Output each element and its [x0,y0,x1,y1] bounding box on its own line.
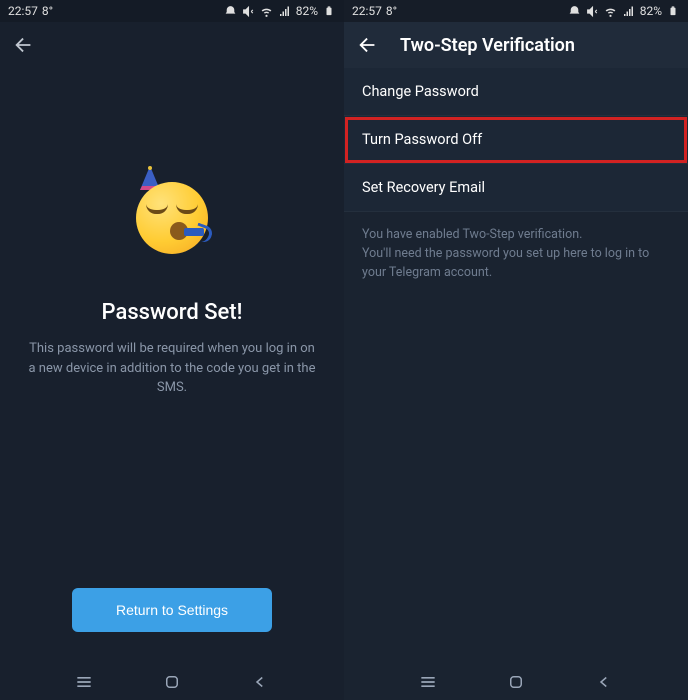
battery-percent: 82% [640,4,662,18]
status-temp: 8° [386,4,397,18]
nav-bar [0,664,344,700]
home-button[interactable] [161,671,183,693]
recents-button[interactable] [417,671,439,693]
signal-icon [622,4,636,18]
page-title: Password Set! [102,300,243,325]
status-bar: 22:57 8° 82% [344,0,688,22]
return-to-settings-button[interactable]: Return to Settings [72,588,272,632]
turn-password-off-item[interactable]: Turn Password Off [344,116,688,164]
change-password-item[interactable]: Change Password [344,68,688,116]
party-emoji-icon [132,178,212,258]
battery-icon [322,4,336,18]
main-content: Password Set! This password will be requ… [0,68,344,664]
signal-icon [278,4,292,18]
mute-icon [586,4,600,18]
back-nav-button[interactable] [593,671,615,693]
screen-password-set: 22:57 8° 82% [0,0,344,700]
back-nav-button[interactable] [249,671,271,693]
wifi-icon [604,4,618,18]
set-recovery-email-item[interactable]: Set Recovery Email [344,164,688,212]
nav-bar [344,664,688,700]
status-bar: 22:57 8° 82% [0,0,344,22]
settings-list: Change Password Turn Password Off Set Re… [344,68,688,212]
back-button[interactable] [12,33,36,57]
page-description: This password will be required when you … [28,339,316,398]
status-time: 22:57 [8,4,38,18]
battery-percent: 82% [296,4,318,18]
screen-two-step-verification: 22:57 8° 82% Two-Step Verifica [344,0,688,700]
header-title: Two-Step Verification [400,35,575,56]
status-temp: 8° [42,4,53,18]
status-time: 22:57 [352,4,382,18]
home-button[interactable] [505,671,527,693]
wifi-icon [260,4,274,18]
header [0,22,344,68]
info-text: You have enabled Two-Step verification. … [344,212,688,296]
back-button[interactable] [356,33,380,57]
recents-button[interactable] [73,671,95,693]
header: Two-Step Verification [344,22,688,68]
mute-icon [242,4,256,18]
battery-icon [666,4,680,18]
alarm-icon [224,4,238,18]
alarm-icon [568,4,582,18]
